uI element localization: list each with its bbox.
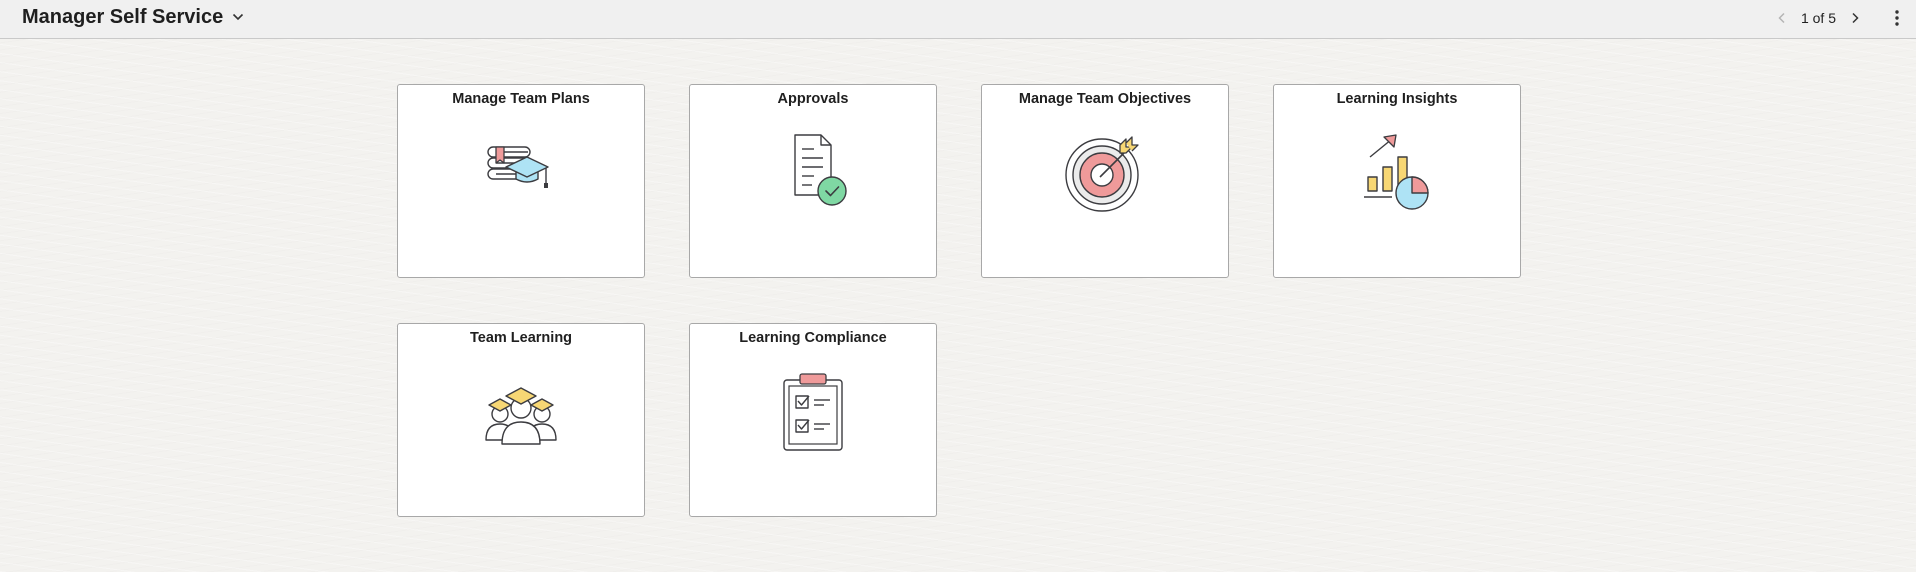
tile-learning-insights[interactable]: Learning Insights [1273,84,1521,278]
tile-title: Learning Compliance [739,330,887,346]
tile-title: Learning Insights [1336,91,1458,107]
clipboard-checklist-icon [768,372,858,452]
team-graduates-icon [476,372,566,452]
tile-title: Team Learning [469,330,573,346]
next-page-button[interactable] [1844,8,1866,28]
tile-pager: 1 of 5 [1771,8,1904,28]
tile-approvals[interactable]: Approvals [689,84,937,278]
tile-manage-team-objectives[interactable]: Manage Team Objectives [981,84,1229,278]
page-header: Manager Self Service 1 of 5 [0,0,1916,39]
tile-manage-team-plans[interactable]: Manage Team Plans [397,84,645,278]
chevron-right-icon [1852,12,1859,24]
tile-title: Manage Team Plans [452,91,590,107]
tile-title: Manage Team Objectives [1018,91,1192,107]
document-checkmark-icon [768,133,858,213]
tile-title: Approvals [777,91,849,107]
page-title-dropdown[interactable]: Manager Self Service [22,5,245,29]
books-graduation-cap-icon [476,133,566,213]
vertical-ellipsis-icon [1895,10,1899,26]
pager-status: 1 of 5 [1800,10,1836,26]
chevron-down-icon [231,10,245,24]
chevron-left-icon [1778,12,1785,24]
bar-pie-chart-icon [1352,133,1442,213]
more-options-button[interactable] [1890,8,1904,28]
tile-learning-compliance[interactable]: Learning Compliance [689,323,937,517]
page-title: Manager Self Service [22,6,224,28]
target-arrow-icon [1060,133,1150,213]
previous-page-button[interactable] [1771,8,1793,28]
tile-team-learning[interactable]: Team Learning [397,323,645,517]
